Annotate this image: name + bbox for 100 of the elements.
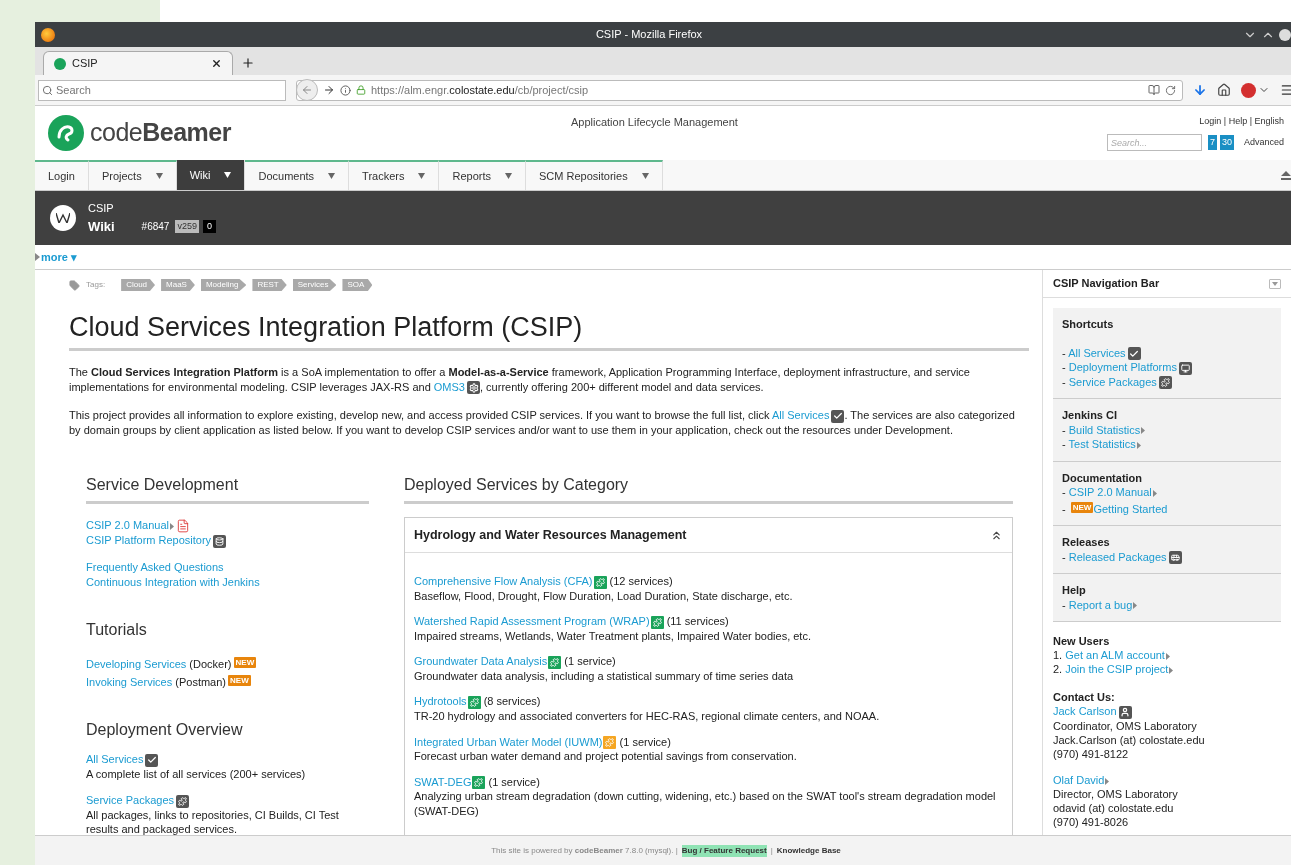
panel-heading: Documentation [1062, 470, 1144, 486]
link-note: (Postman) [174, 676, 227, 689]
link[interactable]: CSIP Platform Repository [86, 534, 212, 547]
service-count: (1 service) [618, 735, 671, 748]
reader-icon[interactable] [1148, 84, 1160, 96]
dropdown-icon [418, 173, 426, 179]
check-icon [831, 409, 845, 423]
link[interactable]: CSIP 2.0 Manual [1068, 486, 1152, 499]
link[interactable]: Build Statistics [1068, 423, 1141, 436]
link[interactable]: SWAT-DEG [414, 775, 472, 788]
link-description: All packages, links to repositories, CI Builds, CI Test results and packaged services. [86, 808, 340, 835]
reload-icon[interactable] [1165, 84, 1176, 96]
link[interactable]: Invoking Services [86, 676, 173, 689]
tag[interactable]: Modeling [200, 279, 247, 291]
dropdown-icon [641, 173, 649, 179]
link[interactable]: Getting Started [1093, 502, 1168, 515]
list-marker: - [1062, 502, 1067, 515]
pdf-icon [175, 519, 190, 534]
link[interactable]: Developing Services [86, 658, 187, 671]
link[interactable]: Service Packages [1068, 375, 1157, 388]
contact-detail: Director, OMS Laboratory [1053, 786, 1179, 801]
contact-detail: odavid (at) colostate.edu [1053, 800, 1175, 815]
link[interactable]: All Services [771, 409, 830, 422]
link[interactable]: Frequently Asked Questions [86, 561, 224, 574]
calendar-badge[interactable]: 30 [1219, 135, 1234, 151]
search-field[interactable]: Search... [1106, 134, 1202, 152]
link[interactable]: Report a bug [1068, 598, 1133, 611]
panel-heading: Jenkins CI [1062, 408, 1119, 423]
link[interactable]: All Services [1068, 346, 1126, 359]
download-icon[interactable] [1193, 83, 1207, 97]
forward-icon[interactable] [323, 84, 335, 96]
section-heading: Tutorials [86, 620, 148, 641]
service-description: Baseflow, Flood, Drought, Flow Duration, Load Duration, State discharge, etc. [414, 588, 794, 604]
new-badge: NEW [1070, 501, 1094, 513]
version-tag: v259 [175, 219, 199, 233]
home-icon[interactable] [1217, 83, 1231, 97]
close-tab-icon[interactable] [211, 58, 222, 69]
check-icon [1127, 347, 1141, 361]
link[interactable]: Released Packages [1068, 550, 1167, 563]
panel-heading: Help [1062, 583, 1087, 598]
top-links[interactable]: Login | Help | English [1199, 114, 1284, 129]
tag[interactable]: Services [292, 279, 337, 291]
comment-count[interactable]: 0 [202, 219, 216, 233]
tag[interactable]: SOA [342, 279, 373, 291]
footer-link[interactable]: Knowledge Base [776, 844, 841, 857]
list-marker: - [1062, 550, 1067, 563]
eject-icon[interactable] [1281, 170, 1291, 180]
contact-detail: (970) 491-8026 [1053, 814, 1130, 829]
link[interactable]: Get an ALM account [1065, 649, 1165, 662]
link[interactable]: Groundwater Data Analysis [414, 655, 548, 668]
link[interactable]: Join the CSIP project [1065, 663, 1169, 676]
link[interactable]: Olaf David [1053, 773, 1105, 786]
list-marker: - [1062, 423, 1067, 436]
browser-tab[interactable]: CSIP [43, 51, 233, 75]
info-icon [340, 84, 351, 96]
link[interactable]: Integrated Urban Water Model (IUWM) [414, 735, 603, 748]
caret-icon [1133, 602, 1138, 610]
caret-icon [1152, 489, 1157, 497]
search-field[interactable]: Search [38, 79, 286, 101]
footer-text: This site is powered by codeBeamer 7.8.0 (mysql). | [491, 844, 678, 857]
more-link[interactable]: more ▾ [41, 248, 77, 266]
caret-icon [169, 522, 174, 530]
link[interactable]: Comprehensive Flow Analysis (CFA) [414, 575, 593, 588]
contact-detail: Jack.Carlson (at) colostate.edu [1053, 732, 1206, 747]
caret-icon [1105, 777, 1110, 785]
wiki-icon [50, 205, 76, 231]
service-count: (1 service) [563, 655, 616, 668]
link[interactable]: Hydrotools [414, 695, 467, 708]
link[interactable]: Jack Carlson [1053, 705, 1117, 718]
tag[interactable]: MaaS [161, 279, 195, 291]
tag[interactable]: REST [252, 279, 287, 291]
dropdown-icon[interactable] [1269, 278, 1281, 289]
link-description: A complete list of all services (200+ services) [86, 767, 307, 782]
url-bar[interactable]: https://alm.engr.colostate.edu/cb/project/csip [296, 79, 1183, 101]
menu-icon[interactable] [1280, 83, 1291, 97]
advanced-link[interactable]: Advanced [1243, 136, 1284, 150]
expand-icon [35, 253, 40, 261]
service-description: Forecast urban water demand and project potential savings from conservation. [414, 749, 798, 764]
contact-detail: Coordinator, OMS Laboratory [1053, 718, 1198, 733]
intro-paragraph: The Cloud Services Integration Platform is a SoA implementation to offer a Model-as-a-Service framework, Application Programming Interface, deployment infrastructure, and service implementations for environmental modeling. CSIP leverages JAX-RS and OMS3 , currently offering 200+ different model and data services. [69, 365, 971, 395]
link[interactable]: CSIP 2.0 Manual [86, 519, 169, 532]
menu-tab[interactable]: Wiki [176, 160, 246, 190]
link[interactable]: Watershed Rapid Assessment Program (WRAP) [414, 615, 650, 628]
bus-icon [1168, 551, 1182, 565]
new-tab-icon[interactable] [241, 56, 255, 70]
footer-link[interactable]: Bug / Feature Request [681, 844, 767, 857]
link[interactable]: Continuous Integration with Jenkins [86, 576, 260, 589]
calendar-badge[interactable]: 7 [1207, 135, 1217, 151]
link[interactable]: Test Statistics [1068, 438, 1136, 451]
service-description: Analyzing urban stream degradation (down cutting, widening, etc.) based on the SWAT tool's stream degradation model (SWAT-DEG) [414, 789, 997, 819]
list-marker: 2. [1053, 663, 1064, 676]
link[interactable]: Deployment Platforms [1068, 361, 1177, 374]
list-marker: - [1062, 486, 1067, 499]
link-note: (Docker) [188, 658, 232, 671]
link[interactable]: OMS3 [433, 380, 465, 393]
tag[interactable]: Cloud [121, 279, 156, 291]
sidebar-title: CSIP Navigation Bar [1053, 276, 1161, 292]
link[interactable]: Service Packages [86, 794, 175, 807]
project-name[interactable]: CSIP [88, 200, 216, 217]
link[interactable]: All Services [86, 753, 144, 766]
